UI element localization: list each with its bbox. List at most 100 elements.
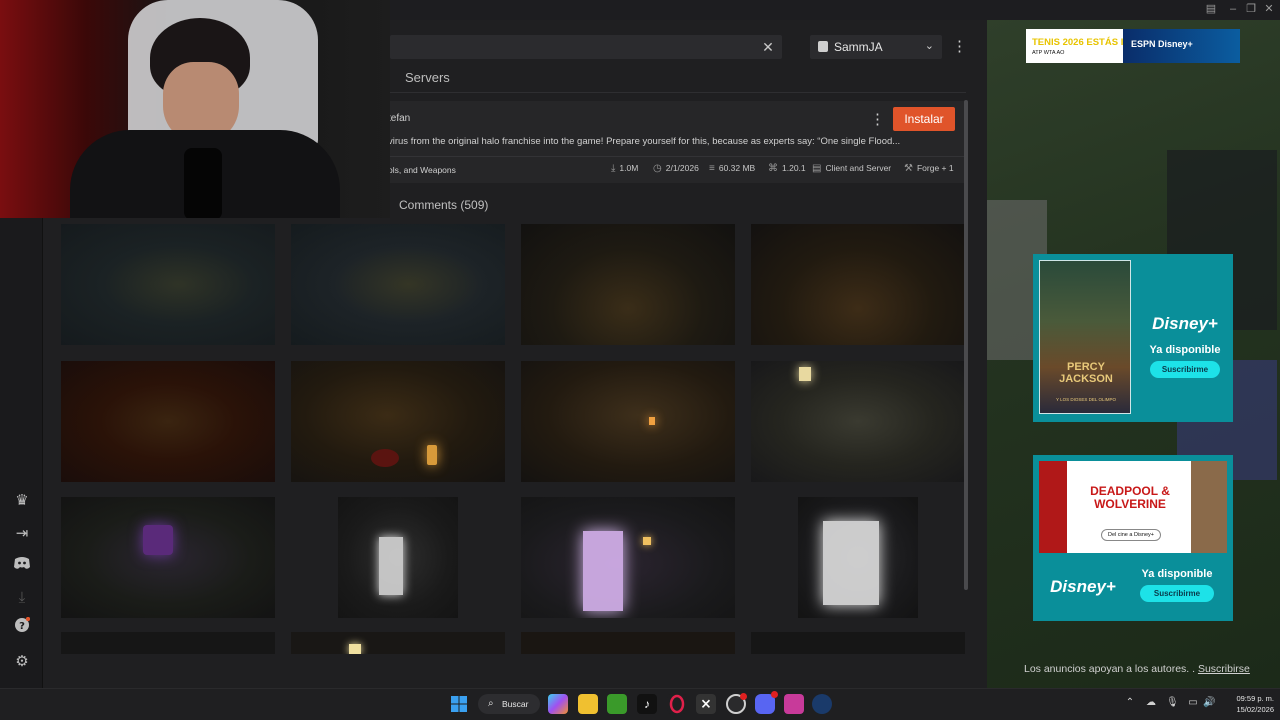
- subscribe-link[interactable]: Suscribirse: [1198, 663, 1250, 675]
- profile-icon: [818, 41, 828, 52]
- environment-stat: ▤ Client and Server: [812, 163, 891, 177]
- gallery-image[interactable]: [751, 224, 965, 345]
- ads-support-note: Los anuncios apoyan a los autores. . Sus…: [1024, 663, 1250, 675]
- banner-ad-sub: ATP WTA AO: [1032, 50, 1065, 56]
- chevron-down-icon: ⌄: [924, 40, 934, 52]
- updated-value: 2/1/2026: [665, 163, 699, 173]
- deadpool-title: DEADPOOL & WOLVERINE: [1090, 484, 1170, 511]
- anvil-icon: ⚒: [904, 163, 913, 174]
- banner-ad-brand: ESPN Disney+: [1131, 39, 1193, 49]
- taskbar-clock[interactable]: 09:59 p. m. 15/02/2026: [1222, 693, 1274, 715]
- tabs-divider: [390, 92, 966, 93]
- gallery-image[interactable]: [751, 632, 965, 654]
- loader-stat: ⚒ Forge + 1: [904, 163, 954, 177]
- minimize-button[interactable]: –: [1226, 2, 1240, 16]
- top-banner-ad[interactable]: TENIS 2026 ESTÁS IN ATP WTA AO ESPN Disn…: [1026, 29, 1240, 63]
- app-icon-notify[interactable]: [726, 693, 747, 714]
- gallery-image[interactable]: [751, 497, 965, 618]
- tab-comments[interactable]: Comments (509): [399, 198, 488, 212]
- gallery-image[interactable]: [61, 361, 275, 482]
- search-icon: ⌕: [488, 698, 494, 709]
- percy-subscribe-button[interactable]: Suscribirme: [1150, 361, 1220, 378]
- app-icon-pink[interactable]: [784, 694, 804, 714]
- gallery-image[interactable]: [521, 361, 735, 482]
- file-explorer-icon[interactable]: [578, 694, 598, 714]
- size-value: 60.32 MB: [718, 163, 756, 173]
- gallery-image[interactable]: [521, 497, 735, 618]
- more-options-icon[interactable]: ⋮: [952, 37, 967, 57]
- deadpool-availability: Ya disponible: [1141, 568, 1213, 580]
- gallery-image[interactable]: [521, 224, 735, 345]
- microphone-icon[interactable]: 🎙: [1166, 697, 1179, 709]
- display-icon[interactable]: ▭: [1187, 697, 1199, 709]
- percy-jackson-ad[interactable]: PERCY JACKSON Y LOS DIOSES DEL OLIMPO Di…: [1033, 254, 1233, 422]
- crown-icon[interactable]: ♛: [11, 490, 33, 512]
- project-menu-icon[interactable]: ⋮: [870, 110, 885, 130]
- close-icon[interactable]: ✕: [760, 39, 776, 55]
- layout-icon[interactable]: ▤: [1204, 2, 1218, 16]
- download-icon[interactable]: ⤓: [11, 587, 33, 609]
- windows-start-icon[interactable]: [449, 694, 469, 714]
- banner-ad-headline: TENIS 2026 ESTÁS IN: [1032, 37, 1131, 48]
- gallery-image[interactable]: [61, 224, 275, 345]
- search-input[interactable]: [390, 35, 782, 59]
- game-version-value: 1.20.1: [782, 163, 806, 173]
- tab-servers[interactable]: Servers: [405, 70, 450, 85]
- login-icon[interactable]: ⇥: [11, 523, 33, 545]
- discord-icon[interactable]: [11, 555, 33, 577]
- speaker-icon[interactable]: 🔊: [1203, 697, 1215, 709]
- restore-button[interactable]: ❐: [1244, 2, 1258, 16]
- gallery-image[interactable]: [61, 632, 275, 654]
- steam-icon[interactable]: [812, 694, 832, 714]
- download-icon: ⤓: [611, 163, 616, 174]
- help-icon[interactable]: ?: [11, 616, 33, 639]
- gallery-image[interactable]: [751, 361, 965, 482]
- settings-gear-icon[interactable]: ⚙: [11, 651, 33, 673]
- gallery-image[interactable]: [291, 224, 505, 345]
- updated-stat: ◷ 2/1/2026: [653, 163, 699, 177]
- chevron-up-icon[interactable]: ⌃: [1124, 697, 1136, 709]
- gallery-image[interactable]: [291, 497, 505, 618]
- downloads-value: 1.0M: [619, 163, 639, 173]
- ads-support-text: Los anuncios apoyan a los autores. .: [1024, 663, 1198, 675]
- size-stat: ≡ 60.32 MB: [709, 163, 755, 177]
- opera-gx-icon[interactable]: [667, 694, 687, 714]
- disney-logo: Disney+: [1050, 577, 1116, 596]
- tiktok-icon[interactable]: ♪: [637, 694, 657, 714]
- deadpool-wolverine-ad[interactable]: DEADPOOL & WOLVERINE Del cine a Disney+ …: [1033, 455, 1233, 621]
- card-divider: [388, 156, 966, 157]
- environment-value: Client and Server: [825, 163, 892, 173]
- disney-logo: Disney+: [1152, 314, 1218, 333]
- gallery-image[interactable]: [291, 361, 505, 482]
- clock-time: 09:59 p. m.: [1236, 694, 1274, 703]
- scrollbar[interactable]: [964, 100, 968, 590]
- project-description: virus from the original halo franchise i…: [388, 136, 901, 147]
- game-version-stat: ⌘ 1.20.1: [768, 163, 806, 177]
- gallery-image[interactable]: [521, 632, 735, 654]
- taskbar-search-label: Buscar: [502, 699, 529, 709]
- discord-taskbar-icon[interactable]: [755, 691, 778, 714]
- project-categories: ols, and Weapons: [388, 165, 456, 175]
- minecraft-icon[interactable]: [607, 694, 627, 714]
- percy-availability: Ya disponible: [1149, 344, 1221, 356]
- loader-value: Forge + 1: [916, 163, 954, 173]
- close-window-button[interactable]: ✕: [1262, 2, 1276, 16]
- deadpool-tagline: Del cine a Disney+: [1101, 529, 1161, 541]
- storage-icon: ≡: [709, 163, 715, 174]
- project-author[interactable]: tefan: [388, 113, 410, 124]
- clock-date: 15/02/2026: [1236, 705, 1274, 714]
- cloud-icon[interactable]: ☁: [1145, 697, 1157, 709]
- gallery-image[interactable]: [61, 497, 275, 618]
- deadpool-subscribe-button[interactable]: Suscribirme: [1140, 585, 1214, 602]
- downloads-stat: ⤓ 1.0M: [611, 163, 638, 177]
- gallery-image[interactable]: [291, 632, 505, 654]
- profile-selector[interactable]: SammJA ⌄: [810, 35, 942, 59]
- gamepad-icon: ⌘: [768, 163, 778, 174]
- taskbar-search[interactable]: ⌕ Buscar: [478, 694, 540, 714]
- install-button[interactable]: Instalar: [893, 107, 955, 131]
- percy-subtitle: Y LOS DIOSES DEL OLIMPO: [1055, 397, 1117, 402]
- webcam-overlay: [0, 0, 390, 218]
- copilot-icon[interactable]: [548, 694, 568, 714]
- curseforge-icon[interactable]: ⨯: [696, 694, 716, 714]
- clock-icon: ◷: [653, 163, 662, 174]
